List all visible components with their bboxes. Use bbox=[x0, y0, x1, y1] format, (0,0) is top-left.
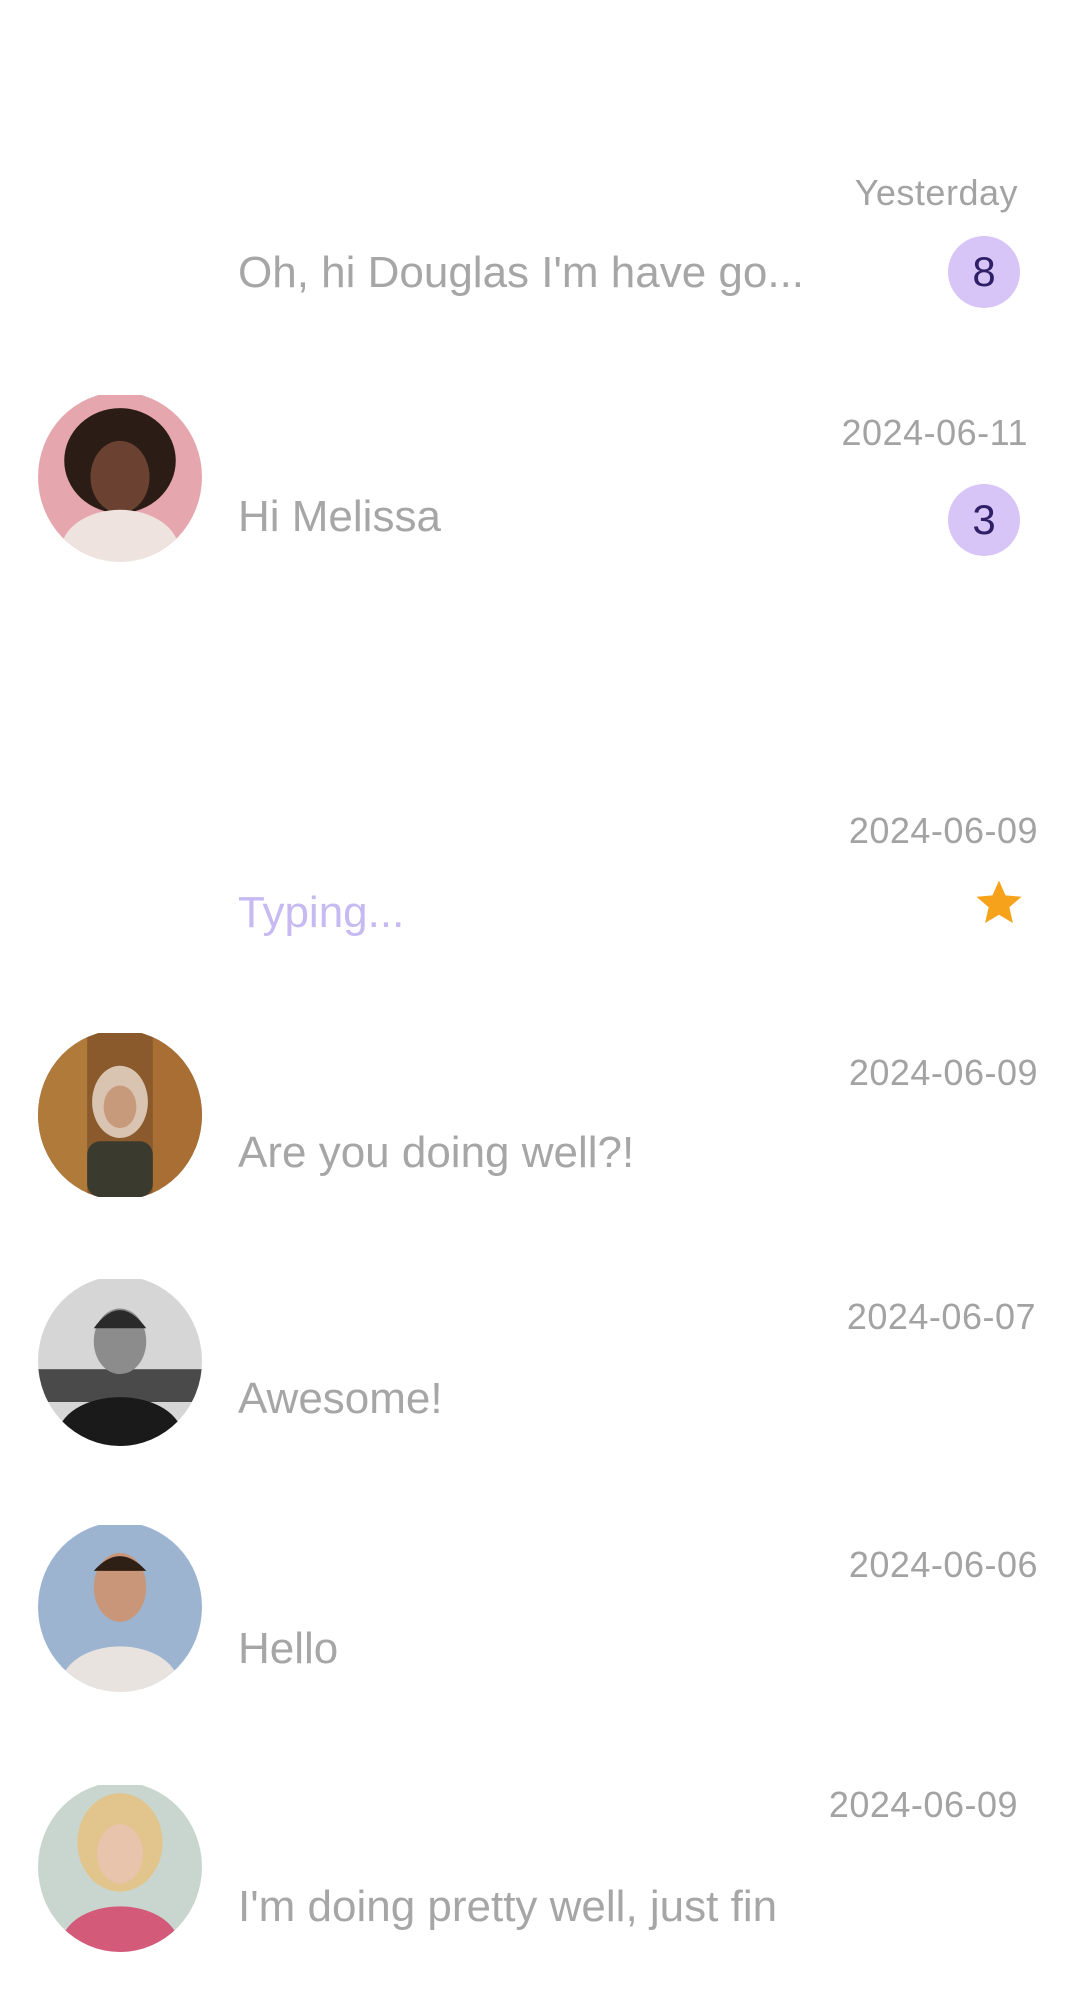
conversation-date: 2024-06-11 bbox=[841, 412, 1028, 453]
avatar bbox=[38, 1030, 202, 1200]
conversation-date: 2024-06-09 bbox=[848, 1052, 1038, 1093]
typing-indicator: Typing... bbox=[238, 888, 405, 937]
conversation-row-1[interactable]: 2024-06-11 Hi Melissa 3 bbox=[0, 372, 1080, 612]
conversation-date: 2024-06-09 bbox=[848, 810, 1038, 851]
conversation-preview: Hi Melissa bbox=[238, 492, 441, 541]
avatar-image bbox=[38, 1279, 202, 1446]
avatar bbox=[38, 392, 202, 562]
conversation-preview: Awesome! bbox=[238, 1374, 443, 1423]
conversation-row-2[interactable]: 2024-06-09 Typing... bbox=[0, 790, 1080, 1030]
avatar-image bbox=[38, 1785, 202, 1952]
conversation-date: 2024-06-06 bbox=[848, 1544, 1038, 1585]
unread-count-badge: 8 bbox=[948, 236, 1020, 308]
avatar-image bbox=[38, 1033, 202, 1197]
conversation-date: 2024-06-07 bbox=[846, 1296, 1036, 1337]
conversation-row-3[interactable]: 2024-06-09 Are you doing well?! bbox=[0, 1010, 1080, 1250]
conversation-preview: Are you doing well?! bbox=[238, 1128, 635, 1177]
conversation-preview: Oh, hi Douglas I'm have go... bbox=[238, 248, 805, 297]
avatar bbox=[38, 1782, 202, 1952]
conversation-date: Yesterday bbox=[854, 172, 1018, 213]
avatar-image bbox=[38, 395, 202, 562]
conversation-row-6[interactable]: 2024-06-09 I'm doing pretty well, just f… bbox=[0, 1762, 1080, 2002]
conversation-row-0[interactable]: Yesterday Oh, hi Douglas I'm have go... … bbox=[0, 150, 1080, 390]
conversation-preview: Hello bbox=[238, 1624, 339, 1673]
star-icon[interactable] bbox=[972, 876, 1026, 930]
conversation-row-5[interactable]: 2024-06-06 Hello bbox=[0, 1502, 1080, 1742]
avatar bbox=[38, 1276, 202, 1446]
avatar-image bbox=[38, 1525, 202, 1692]
conversation-preview: I'm doing pretty well, just fin bbox=[238, 1882, 778, 1931]
unread-count-badge: 3 bbox=[948, 484, 1020, 556]
conversation-row-4[interactable]: 2024-06-07 Awesome! bbox=[0, 1256, 1080, 1496]
avatar bbox=[38, 1522, 202, 1692]
conversation-date: 2024-06-09 bbox=[828, 1784, 1018, 1825]
